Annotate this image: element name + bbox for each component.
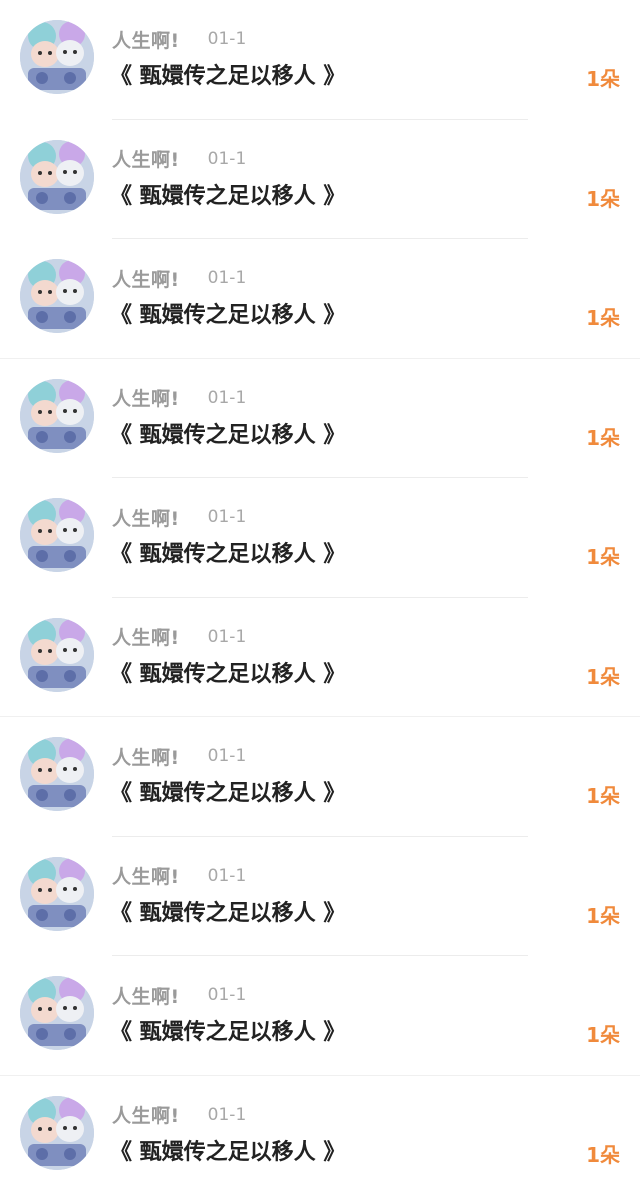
username[interactable]: 人生啊! bbox=[112, 504, 180, 531]
item-meta: 人生啊! 01-1 bbox=[112, 26, 246, 52]
list-item[interactable]: 人生啊! 01-1 《 甄嬛传之足以移人 》 1朵 bbox=[0, 1076, 640, 1195]
user-avatar[interactable] bbox=[20, 618, 94, 692]
gift-count: 1朵 bbox=[586, 302, 620, 331]
gift-count: 1朵 bbox=[586, 422, 620, 451]
item-meta: 人生啊! 01-1 bbox=[112, 385, 246, 411]
item-date: 01-1 bbox=[208, 29, 247, 49]
item-title[interactable]: 《 甄嬛传之足以移人 》 bbox=[110, 417, 345, 449]
user-avatar[interactable] bbox=[20, 259, 94, 333]
item-date: 01-1 bbox=[208, 985, 247, 1005]
item-meta: 人生啊! 01-1 bbox=[112, 265, 246, 291]
avatar-image bbox=[20, 618, 94, 692]
item-title[interactable]: 《 甄嬛传之足以移人 》 bbox=[110, 58, 345, 90]
item-date: 01-1 bbox=[208, 866, 247, 886]
user-avatar[interactable] bbox=[20, 857, 94, 931]
item-meta: 人生啊! 01-1 bbox=[112, 743, 246, 769]
username[interactable]: 人生啊! bbox=[112, 743, 180, 770]
item-meta: 人生啊! 01-1 bbox=[112, 863, 246, 889]
item-meta: 人生啊! 01-1 bbox=[112, 982, 246, 1008]
avatar-image bbox=[20, 140, 94, 214]
username[interactable]: 人生啊! bbox=[112, 1101, 180, 1128]
item-date: 01-1 bbox=[208, 388, 247, 408]
gift-record-list: 人生啊! 01-1 《 甄嬛传之足以移人 》 1朵 bbox=[0, 0, 640, 1186]
item-date: 01-1 bbox=[208, 268, 247, 288]
avatar-image bbox=[20, 737, 94, 811]
item-title[interactable]: 《 甄嬛传之足以移人 》 bbox=[110, 656, 345, 688]
gift-count: 1朵 bbox=[586, 183, 620, 212]
username[interactable]: 人生啊! bbox=[112, 862, 180, 889]
list-item[interactable]: 人生啊! 01-1 《 甄嬛传之足以移人 》 1朵 bbox=[0, 837, 640, 957]
user-avatar[interactable] bbox=[20, 498, 94, 572]
item-date: 01-1 bbox=[208, 1105, 247, 1125]
avatar-image bbox=[20, 857, 94, 931]
user-avatar[interactable] bbox=[20, 379, 94, 453]
item-title[interactable]: 《 甄嬛传之足以移人 》 bbox=[110, 1134, 345, 1166]
avatar-image bbox=[20, 259, 94, 333]
username[interactable]: 人生啊! bbox=[112, 623, 180, 650]
avatar-image bbox=[20, 1096, 94, 1170]
gift-count: 1朵 bbox=[586, 1019, 620, 1048]
item-title[interactable]: 《 甄嬛传之足以移人 》 bbox=[110, 536, 345, 568]
item-date: 01-1 bbox=[208, 627, 247, 647]
item-date: 01-1 bbox=[208, 149, 247, 169]
user-avatar[interactable] bbox=[20, 737, 94, 811]
list-item[interactable]: 人生啊! 01-1 《 甄嬛传之足以移人 》 1朵 bbox=[0, 478, 640, 598]
gift-count: 1朵 bbox=[586, 900, 620, 929]
list-item[interactable]: 人生啊! 01-1 《 甄嬛传之足以移人 》 1朵 bbox=[0, 598, 640, 718]
list-item[interactable]: 人生啊! 01-1 《 甄嬛传之足以移人 》 1朵 bbox=[0, 956, 640, 1076]
list-item[interactable]: 人生啊! 01-1 《 甄嬛传之足以移人 》 1朵 bbox=[0, 717, 640, 837]
user-avatar[interactable] bbox=[20, 140, 94, 214]
user-avatar[interactable] bbox=[20, 976, 94, 1050]
item-title[interactable]: 《 甄嬛传之足以移人 》 bbox=[110, 178, 345, 210]
user-avatar[interactable] bbox=[20, 1096, 94, 1170]
item-title[interactable]: 《 甄嬛传之足以移人 》 bbox=[110, 297, 345, 329]
username[interactable]: 人生啊! bbox=[112, 145, 180, 172]
avatar-image bbox=[20, 976, 94, 1050]
item-meta: 人生啊! 01-1 bbox=[112, 146, 246, 172]
item-meta: 人生啊! 01-1 bbox=[112, 624, 246, 650]
avatar-image bbox=[20, 379, 94, 453]
username[interactable]: 人生啊! bbox=[112, 26, 180, 53]
gift-count: 1朵 bbox=[586, 63, 620, 92]
list-item[interactable]: 人生啊! 01-1 《 甄嬛传之足以移人 》 1朵 bbox=[0, 0, 640, 120]
item-title[interactable]: 《 甄嬛传之足以移人 》 bbox=[110, 1014, 345, 1046]
item-title[interactable]: 《 甄嬛传之足以移人 》 bbox=[110, 895, 345, 927]
item-date: 01-1 bbox=[208, 746, 247, 766]
item-meta: 人生啊! 01-1 bbox=[112, 504, 246, 530]
item-title[interactable]: 《 甄嬛传之足以移人 》 bbox=[110, 775, 345, 807]
username[interactable]: 人生啊! bbox=[112, 265, 180, 292]
list-item[interactable]: 人生啊! 01-1 《 甄嬛传之足以移人 》 1朵 bbox=[0, 239, 640, 359]
avatar-image bbox=[20, 498, 94, 572]
list-item[interactable]: 人生啊! 01-1 《 甄嬛传之足以移人 》 1朵 bbox=[0, 359, 640, 479]
list-item[interactable]: 人生啊! 01-1 《 甄嬛传之足以移人 》 1朵 bbox=[0, 120, 640, 240]
item-meta: 人生啊! 01-1 bbox=[112, 1102, 246, 1128]
gift-count: 1朵 bbox=[586, 1139, 620, 1168]
avatar-image bbox=[20, 20, 94, 94]
user-avatar[interactable] bbox=[20, 20, 94, 94]
item-date: 01-1 bbox=[208, 507, 247, 527]
gift-count: 1朵 bbox=[586, 661, 620, 690]
gift-count: 1朵 bbox=[586, 541, 620, 570]
username[interactable]: 人生啊! bbox=[112, 384, 180, 411]
username[interactable]: 人生啊! bbox=[112, 982, 180, 1009]
gift-count: 1朵 bbox=[586, 780, 620, 809]
